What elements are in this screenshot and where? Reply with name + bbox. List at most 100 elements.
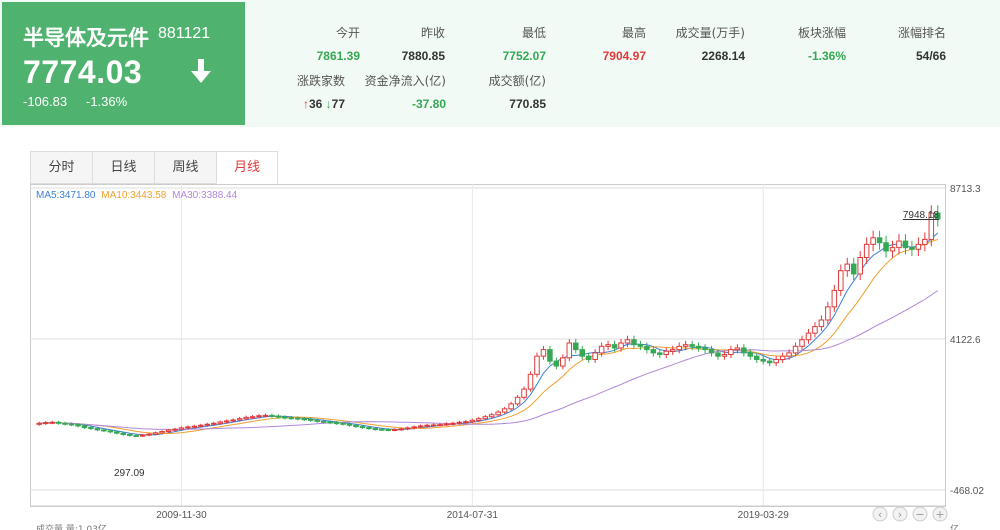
candle-body: [126, 433, 133, 436]
candle-body: [275, 415, 282, 418]
candle-body: [889, 247, 896, 252]
candle-body: [488, 414, 495, 418]
candle-body: [469, 419, 476, 423]
candle-body: [902, 240, 909, 249]
stat-prev-close: 昨收 7880.85: [401, 26, 445, 63]
candle-body: [876, 237, 883, 244]
candle-body: [146, 433, 152, 436]
candle-body: [211, 422, 217, 425]
stat-high: 最高 7904.97: [602, 26, 646, 63]
candle-body: [191, 425, 198, 428]
chart-control-glyph: +: [935, 508, 944, 521]
candle-body: [883, 242, 889, 252]
candle-body: [366, 427, 372, 430]
tab-intraday[interactable]: 分时: [30, 151, 92, 184]
y-tick-label: -468.02: [950, 486, 984, 497]
tab-weekly[interactable]: 周线: [154, 151, 216, 184]
stat-sector-change: 板块涨幅 -1.36%: [797, 26, 846, 63]
candle-body: [223, 420, 230, 423]
candle-body: [236, 418, 243, 421]
candle-body: [49, 421, 55, 424]
stat-low: 最低 7752.07: [502, 26, 546, 63]
change-absolute: -106.83: [23, 94, 68, 109]
candle-body: [398, 428, 404, 431]
candle-body: [463, 421, 469, 424]
candle-body: [75, 424, 81, 427]
candle-body: [450, 422, 456, 425]
candle-body: [417, 425, 424, 428]
candle-body: [327, 421, 333, 424]
price-summary-box: 半导体及元件 881121 7774.03 -106.83 -1.36%: [2, 2, 245, 125]
candle-body: [424, 424, 430, 427]
candle-body: [101, 429, 107, 432]
ma5-legend: MA5:3471.80: [36, 190, 96, 201]
ma-legend: MA5:3471.80 MA10:3443.58 MA30:3388.44: [36, 190, 240, 201]
candle-body: [114, 431, 120, 434]
candle-body: [508, 403, 514, 410]
candle-body: [592, 352, 598, 360]
candle-body: [663, 350, 670, 356]
ma30-legend: MA30:3388.44: [172, 190, 238, 201]
stat-net-inflow: 资金净流入(亿) -37.80: [364, 74, 446, 111]
candle-body: [107, 430, 114, 433]
candle-body: [553, 360, 560, 367]
candle-body: [708, 349, 715, 354]
candle-body: [870, 237, 876, 245]
candle-body: [55, 421, 62, 424]
candle-body: [139, 434, 146, 437]
candle-body: [198, 424, 204, 427]
y-tick-label: 8713.3: [950, 184, 981, 195]
decline-count: 77: [331, 97, 345, 111]
candle-body: [631, 339, 637, 346]
candle-body: [301, 418, 308, 421]
candle-body: [230, 419, 236, 422]
candle-body: [379, 428, 385, 431]
candle-body: [42, 422, 49, 425]
stat-rank: 涨幅排名 54/66: [897, 26, 946, 63]
candle-body: [909, 247, 915, 250]
candle-body: [359, 426, 366, 429]
stat-open: 今开 7861.39: [316, 26, 360, 63]
candle-body: [333, 422, 340, 425]
candle-body: [249, 416, 256, 419]
candle-body: [165, 429, 172, 433]
candle-body: [598, 345, 605, 354]
volume-label: 成交量 量:1.03亿: [36, 523, 107, 530]
candle-body: [922, 238, 928, 245]
candle-body: [579, 349, 585, 357]
kline-chart-area: 8713.3 4122.6 -468.02 2009-11-30 2014-07-31 2…: [30, 184, 1000, 530]
change-percent: -1.36%: [86, 94, 128, 109]
candle-body: [799, 339, 805, 347]
candle-body: [204, 423, 211, 426]
candle-body: [320, 420, 327, 423]
volume-unit-label: 亿: [950, 523, 959, 530]
sector-name: 半导体及元件: [23, 26, 149, 50]
candle-body: [430, 424, 437, 427]
candle-body: [805, 332, 812, 341]
candle-body: [88, 427, 94, 430]
candle-body: [695, 345, 702, 349]
last-price: 7774.03: [23, 54, 143, 90]
candle-body: [547, 349, 553, 362]
candle-body: [495, 411, 501, 416]
candle-body: [766, 360, 773, 364]
candle-body: [172, 428, 178, 431]
candle-body: [133, 434, 139, 437]
candle-body: [792, 345, 799, 354]
tab-daily[interactable]: 日线: [92, 151, 154, 184]
kline-chart[interactable]: 8713.3 4122.6 -468.02 2009-11-30 2014-07-31 2…: [30, 184, 1000, 530]
candle-body: [527, 373, 534, 390]
candle-body: [863, 243, 870, 259]
candle-body: [637, 344, 644, 347]
candle-body: [353, 424, 359, 428]
candle-body: [721, 354, 728, 357]
candle-body: [786, 352, 792, 357]
candle-body: [560, 357, 566, 367]
down-arrow-icon: [191, 59, 211, 83]
candle-body: [288, 417, 295, 420]
candle-body: [120, 432, 127, 435]
tab-monthly[interactable]: 月线: [216, 151, 278, 184]
candle-body: [850, 263, 857, 275]
x-tick-label: 2009-11-30: [156, 510, 207, 521]
candle-body: [94, 428, 101, 431]
